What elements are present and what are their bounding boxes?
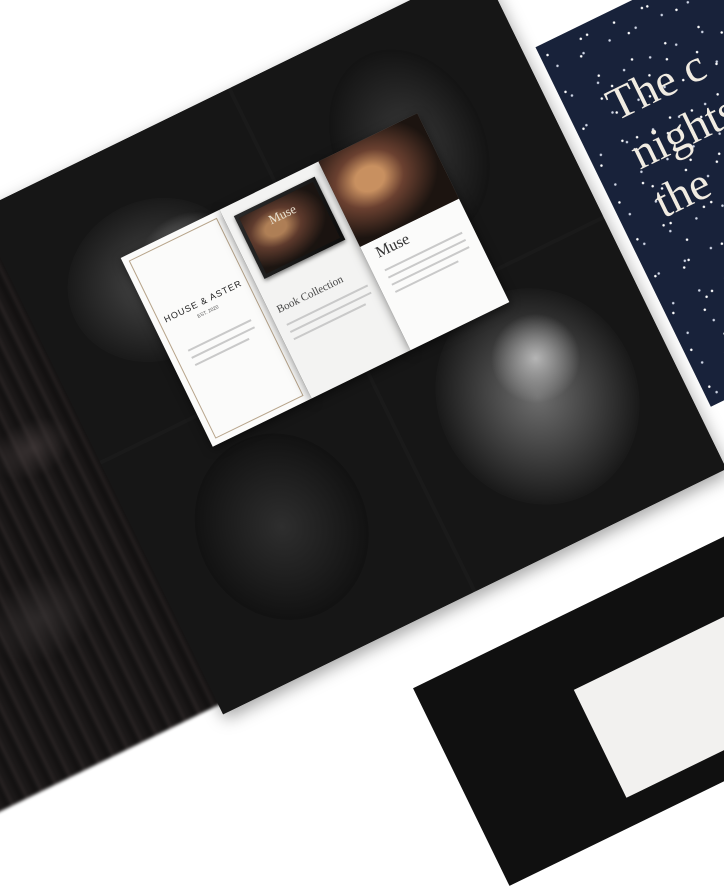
poem-text: The c nights the — [598, 39, 724, 228]
text-line — [293, 303, 367, 341]
text-line — [391, 246, 470, 286]
magazine-cover-photo — [239, 182, 341, 274]
